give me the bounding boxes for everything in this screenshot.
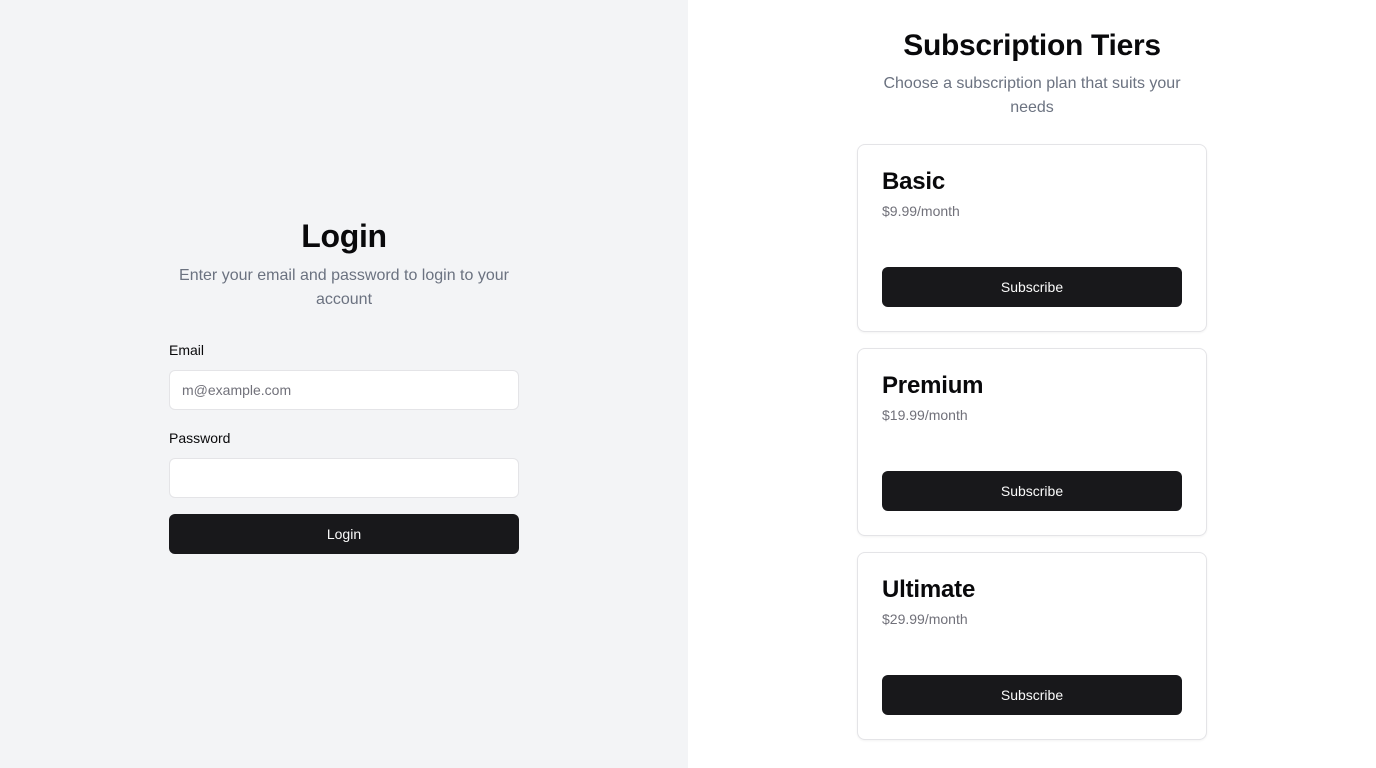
subscription-subtitle: Choose a subscription plan that suits yo… (883, 75, 1181, 116)
tier-price: $9.99/month (882, 203, 960, 219)
subscription-title: Subscription Tiers (903, 29, 1161, 62)
tier-card-premium: Premium $19.99/month Subscribe (857, 348, 1207, 536)
login-title: Login (301, 218, 387, 254)
password-label: Password (169, 430, 231, 446)
subscription-panel: Subscription Tiers Choose a subscription… (688, 0, 1376, 768)
tier-name: Premium (882, 372, 984, 399)
tier-name: Ultimate (882, 576, 976, 603)
tier-name: Basic (882, 168, 946, 195)
tier-price: $19.99/month (882, 407, 968, 423)
tier-price: $29.99/month (882, 611, 968, 627)
login-panel: Login Enter your email and password to l… (0, 0, 688, 768)
tier-list: Basic $9.99/month Subscribe Premium $19.… (857, 144, 1207, 756)
email-input[interactable] (169, 370, 519, 410)
email-label: Email (169, 342, 205, 358)
subscription-header: Subscription Tiers Choose a subscription… (857, 26, 1207, 120)
password-input[interactable] (169, 458, 519, 498)
login-form: Login Enter your email and password to l… (169, 216, 519, 554)
subscribe-premium-button[interactable]: Subscribe (882, 471, 1182, 511)
login-button[interactable]: Login (169, 514, 519, 554)
tier-card-basic: Basic $9.99/month Subscribe (857, 144, 1207, 332)
tier-card-ultimate: Ultimate $29.99/month Subscribe (857, 552, 1207, 740)
login-subtitle: Enter your email and password to login t… (179, 267, 509, 308)
subscribe-basic-button[interactable]: Subscribe (882, 267, 1182, 307)
page: Login Enter your email and password to l… (0, 0, 1376, 768)
subscribe-ultimate-button[interactable]: Subscribe (882, 675, 1182, 715)
